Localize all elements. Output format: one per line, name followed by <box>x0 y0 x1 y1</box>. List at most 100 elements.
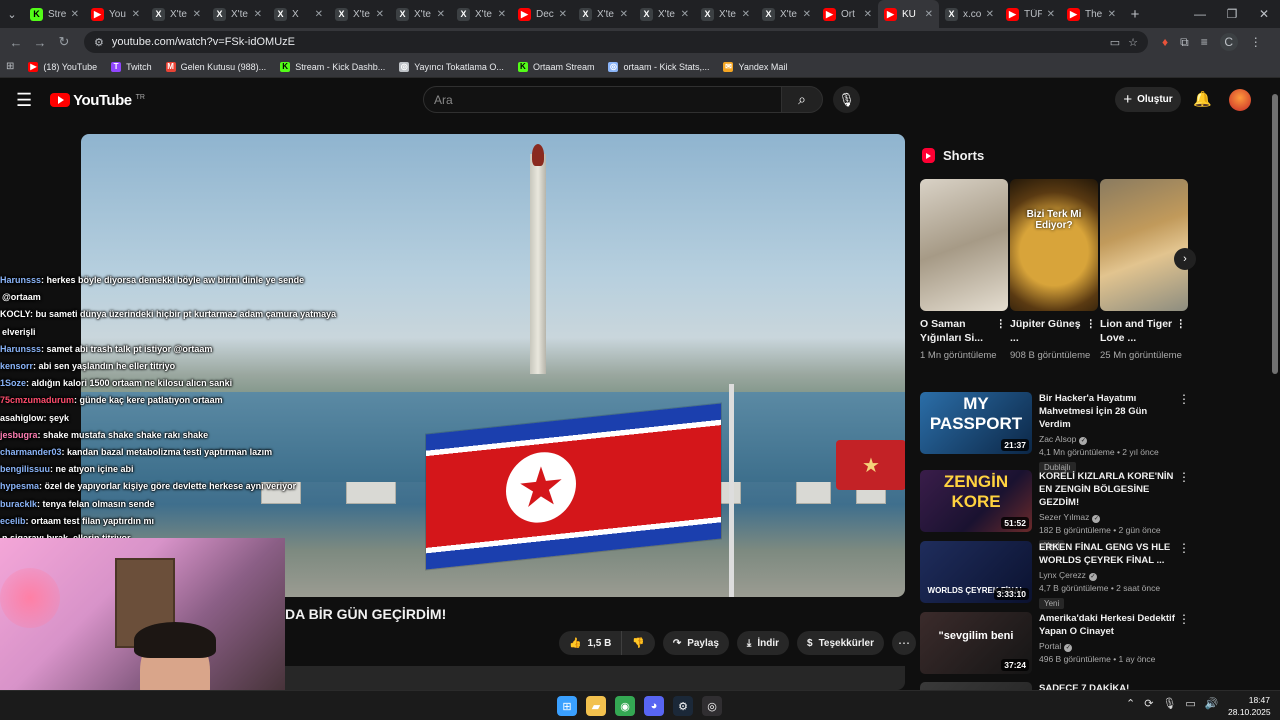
tab-close-icon[interactable]: ✕ <box>1047 9 1055 20</box>
mic-tray-icon[interactable]: 🎙 <box>1162 697 1176 710</box>
recommended-video[interactable]: ZENGİN KORE 51:52 KORELİ KIZLARLA KORE'NİN… <box>920 470 1190 551</box>
description-box[interactable] <box>285 666 905 690</box>
bookmark-item[interactable]: ✉ Yandex Mail <box>723 61 787 72</box>
download-button[interactable]: ⤓ İndir <box>736 631 789 655</box>
page-scrollbar[interactable] <box>1270 80 1280 690</box>
browser-tab[interactable]: X X'te ✕ <box>451 0 512 28</box>
shorts-next-icon[interactable]: › <box>1174 248 1196 270</box>
short-menu-icon[interactable]: ⋮ <box>1086 317 1097 331</box>
back-icon[interactable]: ← <box>4 35 28 50</box>
omnibox[interactable]: ⚙ youtube.com/watch?v=FSk-idOMUzE ▭ ☆ <box>84 31 1148 53</box>
browser-tab[interactable]: X X'te ✕ <box>573 0 634 28</box>
discord-icon[interactable]: ◕ <box>644 696 664 716</box>
browser-tab[interactable]: X X'te ✕ <box>329 0 390 28</box>
tab-close-icon[interactable]: ✕ <box>925 9 933 20</box>
bookmark-item[interactable]: K Ortaam Stream <box>517 61 594 72</box>
browser-tab[interactable]: X X'te ✕ <box>634 0 695 28</box>
recommended-video[interactable]: MY PASSPORT 21:37 Bir Hacker'a Hayatımı Ma… <box>920 392 1190 473</box>
short-menu-icon[interactable]: ⋮ <box>1176 317 1187 331</box>
bookmark-item[interactable]: ▶ (18) YouTube <box>28 61 97 72</box>
channel-name[interactable]: Sezer Yılmaz ✓ <box>1039 512 1178 523</box>
notifications-bell-icon[interactable]: 🔔 <box>1193 90 1212 108</box>
profile-avatar[interactable]: C <box>1219 33 1238 51</box>
short-card[interactable]: Lion and Tiger Love ... ⋮ 25 Mn görüntülem… <box>1100 179 1188 363</box>
browser-tab[interactable]: ▶ Ort ✕ <box>817 0 878 28</box>
search-input[interactable]: Ara <box>423 86 782 113</box>
cast-icon[interactable]: ▭ <box>1110 36 1120 49</box>
browser-tab[interactable]: ▶ Dec ✕ <box>512 0 573 28</box>
recommended-video[interactable]: WORLDS ÇEYREK FİNAL 3:33:10 ERKEN FİNAL GE… <box>920 541 1190 609</box>
recommended-thumbnail[interactable]: "sevgilim beni 37:24 <box>920 612 1032 674</box>
hamburger-menu-icon[interactable]: ☰ <box>16 90 32 111</box>
bookmark-star-icon[interactable]: ☆ <box>1128 36 1138 49</box>
menu-kebab-icon[interactable]: ⋮ <box>1250 35 1262 49</box>
tab-close-icon[interactable]: ✕ <box>620 9 628 20</box>
tab-close-icon[interactable]: ✕ <box>986 9 994 20</box>
recommended-title[interactable]: Amerika'daki Herkesi Dedektif Yapan O Ci… <box>1039 612 1178 638</box>
tab-close-icon[interactable]: ✕ <box>132 9 140 20</box>
tab-close-icon[interactable]: ✕ <box>193 9 201 20</box>
tab-search-button[interactable]: ⌄ <box>0 0 24 28</box>
recommended-thumbnail[interactable]: WORLDS ÇEYREK FİNAL 3:33:10 <box>920 541 1032 603</box>
forward-icon[interactable]: → <box>28 35 52 50</box>
tray-chevron-icon[interactable]: ⌃ <box>1126 697 1135 710</box>
short-thumbnail[interactable]: Bizi Terk Mi Ediyor? <box>1010 179 1098 311</box>
bookmark-item[interactable]: K Stream - Kick Dashb... <box>280 61 385 72</box>
tab-close-icon[interactable]: ✕ <box>71 9 79 20</box>
steam-icon[interactable]: ⚙ <box>673 696 693 716</box>
account-avatar[interactable] <box>1229 89 1251 111</box>
site-info-icon[interactable]: ⚙ <box>94 36 104 49</box>
short-card[interactable]: Bizi Terk Mi Ediyor? Jüpiter Güneş ... ⋮ 90… <box>1010 179 1098 363</box>
browser-tab[interactable]: X X'te ✕ <box>207 0 268 28</box>
channel-name[interactable]: Zac Alsop ✓ <box>1039 434 1178 445</box>
video-menu-icon[interactable]: ⋮ <box>1178 612 1190 626</box>
bookmark-item[interactable]: ◎ ortaam - Kick Stats,... <box>608 61 709 72</box>
browser-tab[interactable]: ▶ You ✕ <box>85 0 146 28</box>
video-menu-icon[interactable]: ⋮ <box>1178 470 1190 484</box>
chrome-icon[interactable]: ◉ <box>615 696 635 716</box>
sync-icon[interactable]: ⟳ <box>1144 697 1153 710</box>
url-text[interactable]: youtube.com/watch?v=FSk-idOMUzE <box>112 36 1102 48</box>
tab-close-icon[interactable]: ✕ <box>254 9 262 20</box>
folder-icon[interactable]: ▰ <box>586 696 606 716</box>
channel-name[interactable]: Lynx Çerezz ✓ <box>1039 570 1178 581</box>
network-icon[interactable]: ▭ <box>1185 697 1195 710</box>
tab-close-icon[interactable]: ✕ <box>498 9 506 20</box>
recommended-video[interactable]: "sevgilim beni 37:24 Amerika'daki Herkesi … <box>920 612 1190 678</box>
more-actions-icon[interactable]: ⋯ <box>891 631 916 655</box>
recommended-title[interactable]: KORELİ KIZLARLA KORE'NİN EN ZENGİN BÖLGE… <box>1039 470 1178 509</box>
browser-tab[interactable]: Xx.co ✕ <box>939 0 1000 28</box>
tab-close-icon[interactable]: ✕ <box>315 9 323 20</box>
bookmark-item[interactable]: ◎ Yayıncı Tokatlama O... <box>399 61 504 72</box>
media-controls-icon[interactable]: ≡ <box>1201 35 1208 49</box>
short-thumbnail[interactable] <box>1100 179 1188 311</box>
browser-tab[interactable]: K Stre ✕ <box>24 0 85 28</box>
apps-grid-icon[interactable]: ⊞ <box>6 61 14 72</box>
youtube-logo[interactable]: YouTube TR <box>50 92 145 109</box>
short-menu-icon[interactable]: ⋮ <box>996 317 1007 331</box>
browser-tab[interactable]: X X'te ✕ <box>146 0 207 28</box>
bookmark-item[interactable]: T Twitch <box>111 61 152 72</box>
recommended-title[interactable]: ERKEN FİNAL GENG VS HLE WORLDS ÇEYREK Fİ… <box>1039 541 1178 567</box>
new-tab-button[interactable]: + <box>1122 6 1148 23</box>
taskbar-clock[interactable]: 18:47 28.10.2025 <box>1228 694 1271 718</box>
browser-tab[interactable]: ▶ TÜF ✕ <box>1000 0 1061 28</box>
tab-close-icon[interactable]: ✕ <box>376 9 384 20</box>
browser-tab[interactable]: X X'te ✕ <box>390 0 451 28</box>
short-thumbnail[interactable] <box>920 179 1008 311</box>
minimize-icon[interactable]: — <box>1184 0 1216 28</box>
share-button[interactable]: ↷ Paylaş <box>662 631 729 655</box>
short-card[interactable]: O Saman Yığınları Si... ⋮ 1 Mn görüntüleme <box>920 179 1008 363</box>
extensions-puzzle-icon[interactable]: ⧉ <box>1180 35 1189 50</box>
browser-tab[interactable]: X X ✕ <box>268 0 329 28</box>
extension-icon[interactable]: ♦ <box>1162 35 1168 49</box>
obs-icon[interactable]: ◎ <box>702 696 722 716</box>
tab-close-icon[interactable]: ✕ <box>681 9 689 20</box>
browser-tab[interactable]: ▶ KU ✕ <box>878 0 939 28</box>
create-button[interactable]: + Oluştur <box>1115 87 1181 112</box>
tab-close-icon[interactable]: ✕ <box>1108 9 1116 20</box>
tab-close-icon[interactable]: ✕ <box>437 9 445 20</box>
tab-close-icon[interactable]: ✕ <box>742 9 750 20</box>
restore-icon[interactable]: ❐ <box>1216 0 1248 28</box>
tab-close-icon[interactable]: ✕ <box>559 9 567 20</box>
